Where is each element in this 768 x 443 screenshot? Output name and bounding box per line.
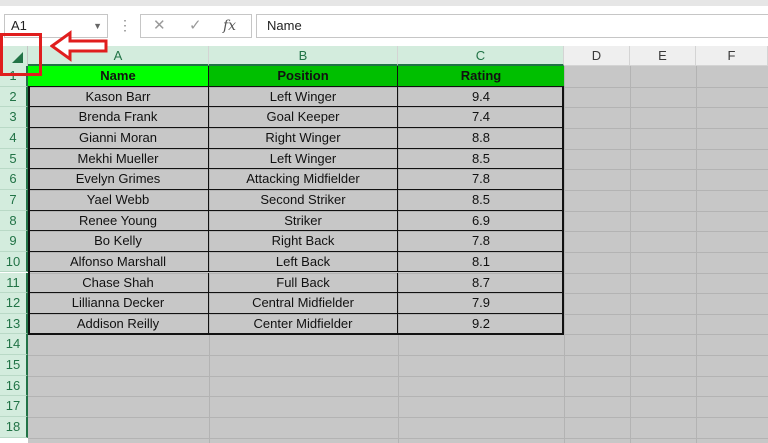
header-cell-name[interactable]: Name — [28, 66, 209, 87]
table-cell[interactable]: Bo Kelly — [28, 231, 209, 252]
table-cell[interactable]: Kason Barr — [28, 86, 209, 108]
grid-line-vertical — [696, 66, 697, 443]
table-cell[interactable]: 8.1 — [398, 252, 564, 273]
row-header-6[interactable]: 6 — [0, 169, 28, 190]
row-header-5[interactable]: 5 — [0, 148, 28, 170]
annotation-arrow-icon — [50, 30, 108, 62]
table-cell[interactable]: Brenda Frank — [28, 107, 209, 128]
table-cell[interactable]: 8.5 — [398, 190, 564, 211]
cancel-icon[interactable]: ✕ — [153, 15, 166, 37]
table-cell[interactable]: Center Midfielder — [209, 313, 398, 335]
table-cell[interactable]: 9.2 — [398, 314, 564, 335]
table-cell[interactable]: Lillianna Decker — [28, 293, 209, 314]
row-header-15[interactable]: 15 — [0, 355, 28, 376]
table-cell[interactable]: Addison Reilly — [28, 313, 209, 335]
table-cell[interactable]: Central Midfielder — [209, 293, 398, 314]
row-header-17[interactable]: 17 — [0, 396, 28, 418]
table-cell[interactable]: 7.9 — [398, 293, 564, 314]
formula-input[interactable]: Name — [256, 14, 768, 38]
table-cell[interactable]: 7.4 — [398, 107, 564, 128]
table-cell[interactable]: 6.9 — [398, 211, 564, 232]
table-cell[interactable]: Right Back — [209, 231, 398, 252]
table-cell[interactable]: 7.8 — [398, 169, 564, 190]
table-cell[interactable]: Attacking Midfielder — [209, 169, 398, 190]
column-header-c[interactable]: C — [398, 46, 564, 66]
table-cell[interactable]: Alfonso Marshall — [28, 251, 209, 273]
row-header-10[interactable]: 10 — [0, 251, 28, 273]
table-cell[interactable]: 8.5 — [398, 149, 564, 170]
table-cell[interactable]: Left Winger — [209, 86, 398, 108]
column-header-b[interactable]: B — [209, 46, 398, 66]
table-cell[interactable]: Chase Shah — [28, 272, 209, 294]
table-cell[interactable]: Evelyn Grimes — [28, 169, 209, 190]
row-header-4[interactable]: 4 — [0, 127, 28, 149]
data-table: Name Position Rating Kason Barr Left Winger 9… — [28, 66, 564, 335]
grid-line-horizontal — [28, 375, 768, 377]
table-cell[interactable]: Left Back — [209, 251, 398, 273]
grid-line-vertical — [630, 66, 631, 443]
row-header-7[interactable]: 7 — [0, 189, 28, 211]
table-cell[interactable]: Second Striker — [209, 189, 398, 211]
table-cell[interactable]: Goal Keeper — [209, 107, 398, 128]
table-cell[interactable]: 8.8 — [398, 128, 564, 149]
header-cell-position[interactable]: Position — [209, 66, 398, 87]
name-box-value: A1 — [11, 18, 27, 33]
row-header-8[interactable]: 8 — [0, 210, 28, 232]
row-header-11[interactable]: 11 — [0, 272, 28, 294]
formula-bar: A1 ▼ ⋮ ✕ ✓ fx Name — [0, 6, 768, 46]
enter-icon[interactable]: ✓ — [189, 15, 202, 37]
row-header-12[interactable]: 12 — [0, 293, 28, 314]
insert-function-icon[interactable]: fx — [223, 15, 236, 37]
table-cell[interactable]: Full Back — [209, 272, 398, 294]
table-cell[interactable]: Left Winger — [209, 148, 398, 170]
table-cell[interactable]: Renee Young — [28, 210, 209, 232]
row-header-14[interactable]: 14 — [0, 334, 28, 356]
grid-line-vertical — [564, 66, 565, 443]
grid-line-horizontal — [28, 355, 768, 357]
table-cell[interactable]: Striker — [209, 210, 398, 232]
table-cell[interactable]: Right Winger — [209, 127, 398, 149]
grid-line-horizontal — [28, 437, 768, 439]
column-header-d[interactable]: D — [564, 46, 630, 66]
row-header-2[interactable]: 2 — [0, 86, 28, 108]
row-header-3[interactable]: 3 — [0, 107, 28, 128]
table-cell[interactable]: Gianni Moran — [28, 127, 209, 149]
table-cell[interactable]: 8.7 — [398, 273, 564, 294]
formula-buttons: ✕ ✓ fx — [140, 14, 252, 38]
table-cell[interactable]: Mekhi Mueller — [28, 148, 209, 170]
grid-line-horizontal — [28, 417, 768, 419]
row-header-16[interactable]: 16 — [0, 375, 28, 397]
table-cell[interactable]: 7.8 — [398, 231, 564, 252]
table-cell[interactable]: Yael Webb — [28, 189, 209, 211]
table-cell[interactable]: 9.4 — [398, 87, 564, 108]
annotation-highlight-box — [0, 33, 42, 76]
column-header-e[interactable]: E — [630, 46, 696, 66]
row-header-18[interactable]: 18 — [0, 417, 28, 438]
header-cell-rating[interactable]: Rating — [398, 66, 564, 87]
column-header-f[interactable]: F — [696, 46, 768, 66]
row-header-13[interactable]: 13 — [0, 313, 28, 335]
grid-line-horizontal — [28, 396, 768, 398]
row-header-9[interactable]: 9 — [0, 231, 28, 252]
more-options-icon[interactable]: ⋮ — [118, 14, 132, 38]
